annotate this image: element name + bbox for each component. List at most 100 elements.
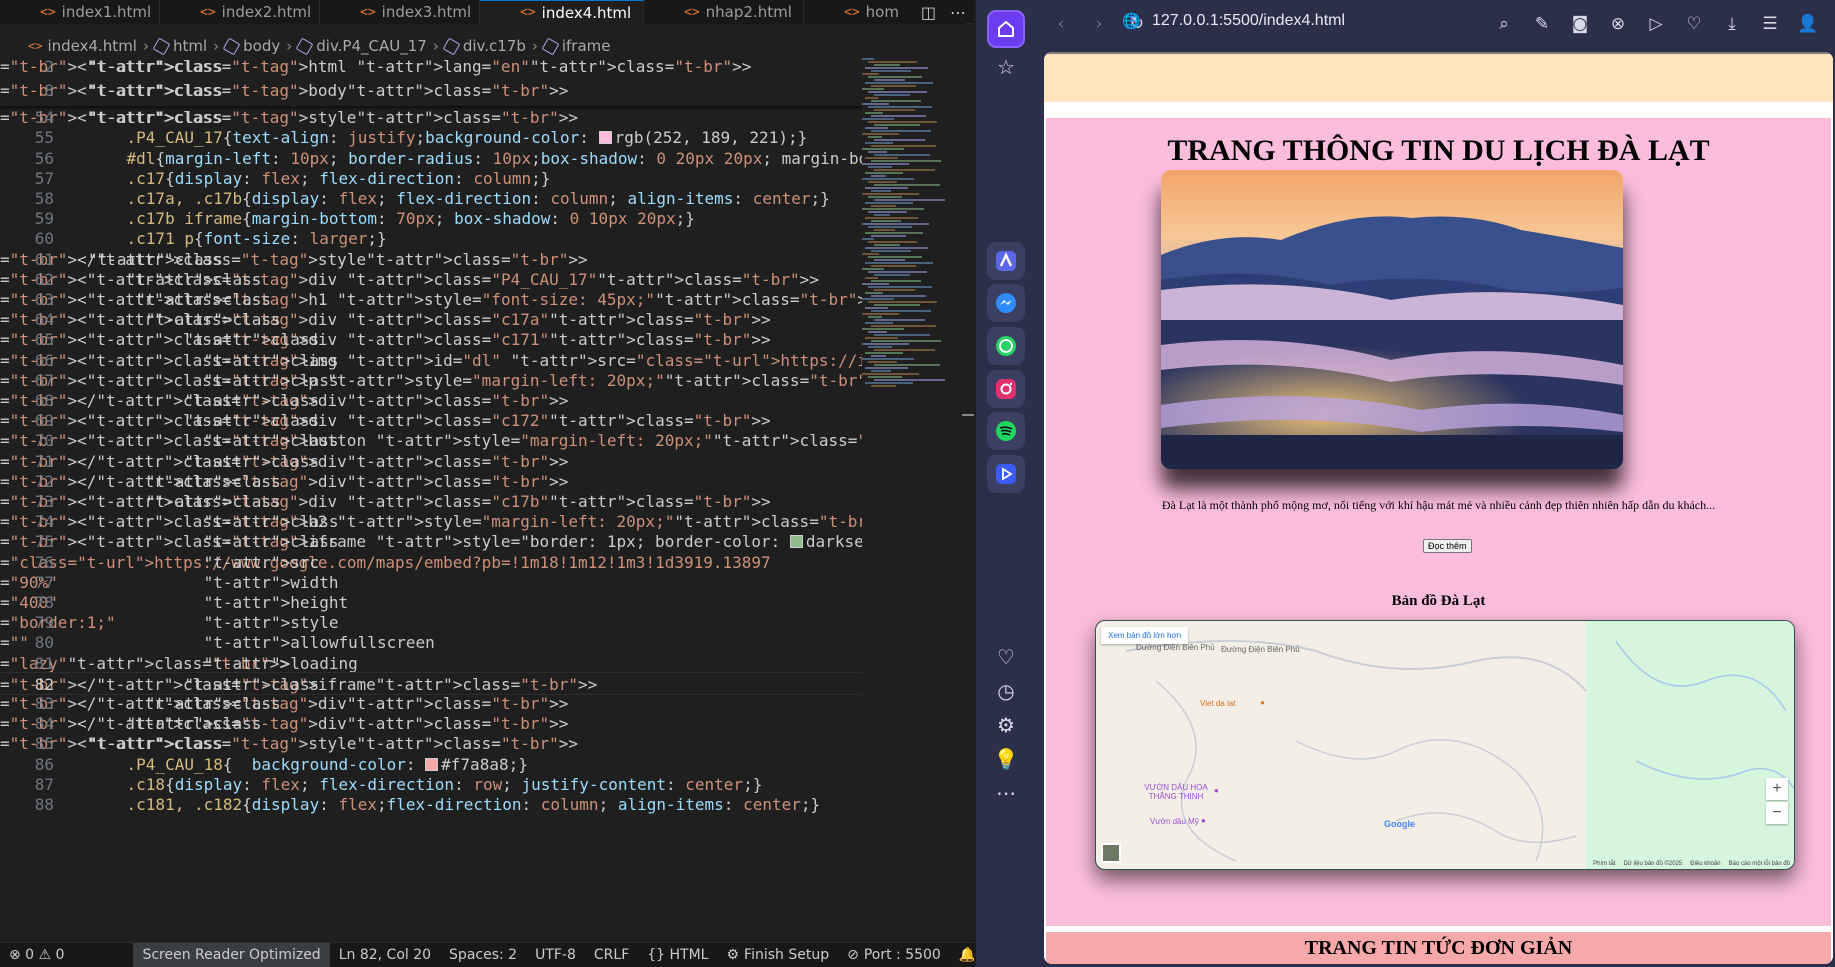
location-pin-icon[interactable]: ● <box>1214 786 1219 795</box>
minimap-row <box>874 349 935 351</box>
breadcrumb-item[interactable]: div.c17b <box>442 37 526 55</box>
minimap-row <box>871 130 931 132</box>
editor-tab[interactable]: <> nhap2.html <box>644 0 804 24</box>
download-icon[interactable]: ⤓ <box>1713 14 1751 34</box>
indentation-label: Spaces: 2 <box>449 947 518 963</box>
minimap-row <box>862 73 879 75</box>
read-more-button[interactable]: Đọc thêm <box>1423 539 1472 553</box>
place-label[interactable]: VƯỜN DÂU HOA THẮNG THỊNH <box>1136 783 1216 801</box>
problems-count: ⊗ 0 ⚠ 0 <box>9 947 65 963</box>
favorites-button[interactable]: ☆ <box>987 48 1025 86</box>
minimap-row <box>871 280 921 282</box>
indentation-status[interactable]: Spaces: 2 <box>440 943 526 967</box>
sticky-code-line[interactable]: 2 "t-attr">class ="t-br"><"t-attr">class="… <box>0 58 862 79</box>
minimap-row <box>865 82 933 84</box>
breadcrumb: <> index4.html › html › body › div.P4_CAU_17 › di… <box>0 34 974 58</box>
eol-status[interactable]: CRLF <box>585 943 638 967</box>
tips-button[interactable]: 💡 <box>987 740 1025 778</box>
breadcrumb-item[interactable]: <> index4.html <box>28 37 137 55</box>
page-viewport[interactable]: TRANG THÔNG TIN DU LỊCH ĐÀ LẠT Đà Lạt là… <box>1044 52 1833 964</box>
sticky-code-line[interactable]: 8 "t-attr">class ="t-br"><"t-attr">class="… <box>0 79 862 103</box>
wishlist-button[interactable]: ♡ <box>987 638 1025 676</box>
cursor-position-label: Ln 82, Col 20 <box>338 947 432 963</box>
minimap[interactable] <box>862 58 960 398</box>
browser-toolbar: ‹ › ↻ 🌐 127.0.0.1:5500/index4.html ⌕ ✎ ◙… <box>1042 0 1835 48</box>
browser-window: ☆ ♡ ◷ ⚙ 💡 ⋯ ‹ › ↻ 🌐 127.0.0.1:5500/index… <box>976 0 1835 967</box>
whatsapp-app-button[interactable] <box>987 327 1025 365</box>
menu-icon[interactable]: ☰ <box>1751 14 1789 34</box>
location-pin-icon[interactable]: ● <box>1260 698 1265 707</box>
more-actions-icon[interactable]: ⋯ <box>950 3 966 22</box>
editor-scrollbar[interactable] <box>962 414 974 416</box>
minimap-row <box>874 319 925 321</box>
notifications-status[interactable]: 🔔 <box>950 943 974 967</box>
zoom-in-button[interactable]: + <box>1766 778 1788 800</box>
code-editor[interactable]: 2 "t-attr">class ="t-br"><"t-attr">class="… <box>0 58 862 942</box>
location-pin-icon[interactable]: ● <box>1201 816 1206 825</box>
breadcrumb-item[interactable]: div.P4_CAU_17 <box>295 37 427 55</box>
terms-link[interactable]: Điều khoản <box>1690 861 1720 867</box>
minimap-row <box>865 337 898 339</box>
minimap-row <box>865 307 888 309</box>
search-icon[interactable]: ⌕ <box>1485 14 1523 34</box>
place-label[interactable]: Viet da lat <box>1200 699 1235 708</box>
history-button[interactable]: ◷ <box>987 672 1025 710</box>
breadcrumb-item[interactable]: iframe <box>541 37 611 55</box>
camera-icon[interactable]: ◙ <box>1561 14 1599 34</box>
editor-tab[interactable]: <> index3.html <box>320 0 480 24</box>
view-larger-map-link[interactable]: Xem bản đồ lớn hơn <box>1101 627 1189 644</box>
map-roads <box>1125 640 1794 862</box>
language-status[interactable]: {} HTML <box>638 943 717 967</box>
map-layer-thumbnail[interactable] <box>1101 843 1121 863</box>
problems-status[interactable]: ⊗ 0 ⚠ 0 <box>0 943 73 967</box>
adblock-icon[interactable]: ⊗ <box>1599 14 1637 34</box>
home-icon <box>998 21 1014 37</box>
profile-icon[interactable]: 👤 <box>1789 14 1827 34</box>
finish-setup-status[interactable]: ⚙ Finish Setup <box>717 943 838 967</box>
minimap-row <box>865 67 928 69</box>
report-error-link[interactable]: Báo cáo một lỗi bản đồ <box>1729 861 1790 867</box>
minimap-row <box>862 313 899 315</box>
minimap-row <box>871 220 901 222</box>
address-bar[interactable]: 127.0.0.1:5500/index4.html <box>1152 12 1345 30</box>
zoom-out-button[interactable]: − <box>1766 802 1788 824</box>
status-bar: ⊗ 0 ⚠ 0 Screen Reader Optimized Ln 82, C… <box>0 942 974 967</box>
element-icon <box>541 37 560 55</box>
minimap-row <box>871 175 886 177</box>
play-icon <box>996 464 1016 484</box>
keyboard-shortcuts-link[interactable]: Phím tắt <box>1593 861 1615 867</box>
place-label[interactable]: Vườn dâu Mỹ <box>1150 817 1199 826</box>
encoding-status[interactable]: UTF-8 <box>526 943 585 967</box>
breadcrumb-item[interactable]: body <box>222 37 281 55</box>
messenger-app-button[interactable] <box>987 284 1025 322</box>
breadcrumb-label: iframe <box>561 37 611 55</box>
spotify-app-button[interactable] <box>987 412 1025 450</box>
back-icon[interactable]: ‹ <box>1042 14 1080 34</box>
forward-icon[interactable]: › <box>1080 14 1118 34</box>
minimap-row <box>874 184 940 186</box>
home-button[interactable] <box>987 10 1025 48</box>
breadcrumb-item[interactable]: html <box>152 37 207 55</box>
editor-tab[interactable]: <> index2.html <box>160 0 320 24</box>
edit-icon[interactable]: ✎ <box>1523 14 1561 34</box>
google-map-embed[interactable]: Xem bản đồ lớn hơn Đường Điện Biên Phủ Đ… <box>1095 620 1795 870</box>
code-line[interactable]: 88 .c181, .c182{display: flex;flex-direc… <box>0 793 862 817</box>
player-app-button[interactable] <box>987 455 1025 493</box>
send-icon[interactable]: ▷ <box>1637 14 1675 34</box>
cursor-position-status[interactable]: Ln 82, Col 20 <box>330 943 440 967</box>
settings-button[interactable]: ⚙ <box>987 706 1025 744</box>
aria-app-button[interactable] <box>987 242 1025 280</box>
screen-reader-status[interactable]: Screen Reader Optimized <box>133 942 330 967</box>
tab-label: index4.html <box>541 3 632 22</box>
live-server-status[interactable]: ⊘ Port : 5500 <box>838 943 950 967</box>
minimap-row <box>868 136 882 138</box>
minimap-row <box>868 256 922 258</box>
editor-tab[interactable]: <>index4.html✕ <box>480 0 644 24</box>
breadcrumb-label: body <box>243 37 281 55</box>
split-editor-icon[interactable]: ◫ <box>921 3 936 22</box>
sticky-scroll-header[interactable]: 2 "t-attr">class ="t-br"><"t-attr">class="… <box>0 58 862 106</box>
heart-icon[interactable]: ♡ <box>1675 14 1713 34</box>
instagram-app-button[interactable] <box>987 370 1025 408</box>
more-button[interactable]: ⋯ <box>987 774 1025 812</box>
editor-tab[interactable]: <> index1.html <box>0 0 160 24</box>
